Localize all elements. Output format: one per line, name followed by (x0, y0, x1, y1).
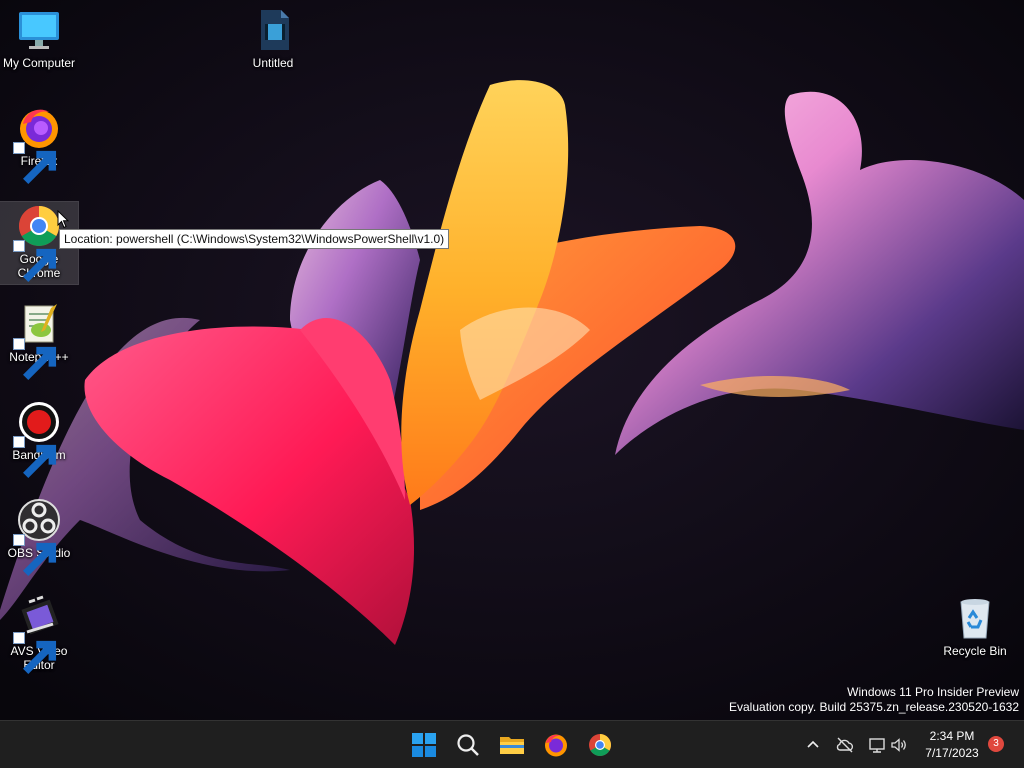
desktop-icon-my-computer[interactable]: My Computer (0, 6, 78, 70)
desktop-icon-avs-video-editor[interactable]: AVS Video Editor (0, 594, 78, 674)
search-icon (457, 734, 479, 756)
start-icon (412, 733, 436, 757)
search-button[interactable] (450, 727, 486, 763)
recycle-bin-icon (951, 594, 999, 642)
desktop-icon-untitled[interactable]: Untitled (234, 6, 312, 70)
shortcut-arrow-icon (13, 142, 57, 184)
taskbar-firefox[interactable] (538, 727, 574, 763)
taskbar-file-explorer[interactable] (494, 727, 530, 763)
notification-count-badge[interactable]: 3 (988, 736, 1004, 752)
cloud-offline-icon (836, 737, 854, 753)
shortcut-arrow-icon (13, 436, 57, 478)
shortcut-arrow-icon (13, 338, 57, 380)
video-file-icon (249, 6, 297, 54)
tooltip: Location: powershell (C:\Windows\System3… (59, 229, 450, 249)
watermark-build: Evaluation copy. Build 25375.zn_release.… (729, 700, 1019, 714)
windows-watermark: Windows 11 Pro Insider Preview Evaluatio… (729, 685, 1019, 715)
desktop-icon-firefox[interactable]: Firefox (0, 104, 78, 184)
shortcut-arrow-icon (13, 534, 57, 576)
tray-overflow-button[interactable] (803, 735, 823, 755)
file-explorer-icon (500, 737, 524, 754)
start-button[interactable] (406, 727, 442, 763)
tray-volume[interactable] (889, 735, 909, 755)
desktop-icon-obs-studio[interactable]: OBS Studio (0, 496, 78, 576)
desktop-icon-bandicam[interactable]: Bandicam (0, 398, 78, 478)
monitor-icon (15, 6, 63, 54)
desktop-icon-label: Untitled (252, 56, 294, 70)
chrome-icon (13, 202, 63, 282)
shortcut-arrow-icon (13, 240, 57, 282)
chevron-up-icon (807, 740, 819, 748)
notepadpp-icon (13, 300, 63, 380)
desktop-icon-notepad-plus-plus[interactable]: Notepad++ (0, 300, 78, 380)
desktop-icon-label: My Computer (2, 56, 76, 70)
chrome-icon (589, 734, 611, 756)
shortcut-arrow-icon (13, 632, 57, 674)
taskbar-clock[interactable]: 2:34 PM 7/17/2023 (916, 728, 988, 762)
watermark-edition: Windows 11 Pro Insider Preview (847, 685, 1019, 699)
volume-icon (891, 738, 906, 752)
mouse-cursor-icon (57, 210, 69, 229)
firefox-icon (545, 734, 567, 757)
taskbar: 2:34 PM 7/17/2023 3 (0, 720, 1024, 768)
clock-date: 7/17/2023 (925, 746, 979, 760)
obs-icon (13, 496, 63, 576)
network-icon (869, 738, 885, 753)
desktop-icon-label: Recycle Bin (943, 644, 1007, 658)
desktop-wallpaper (0, 0, 1024, 720)
tray-cloud-offline[interactable] (835, 735, 855, 755)
avs-video-editor-icon (13, 594, 63, 674)
taskbar-chrome[interactable] (582, 727, 618, 763)
bandicam-icon (13, 398, 63, 478)
firefox-icon (13, 104, 63, 184)
tray-network[interactable] (867, 735, 887, 755)
clock-time: 2:34 PM (929, 729, 975, 743)
desktop-icon-recycle-bin[interactable]: Recycle Bin (936, 594, 1014, 658)
